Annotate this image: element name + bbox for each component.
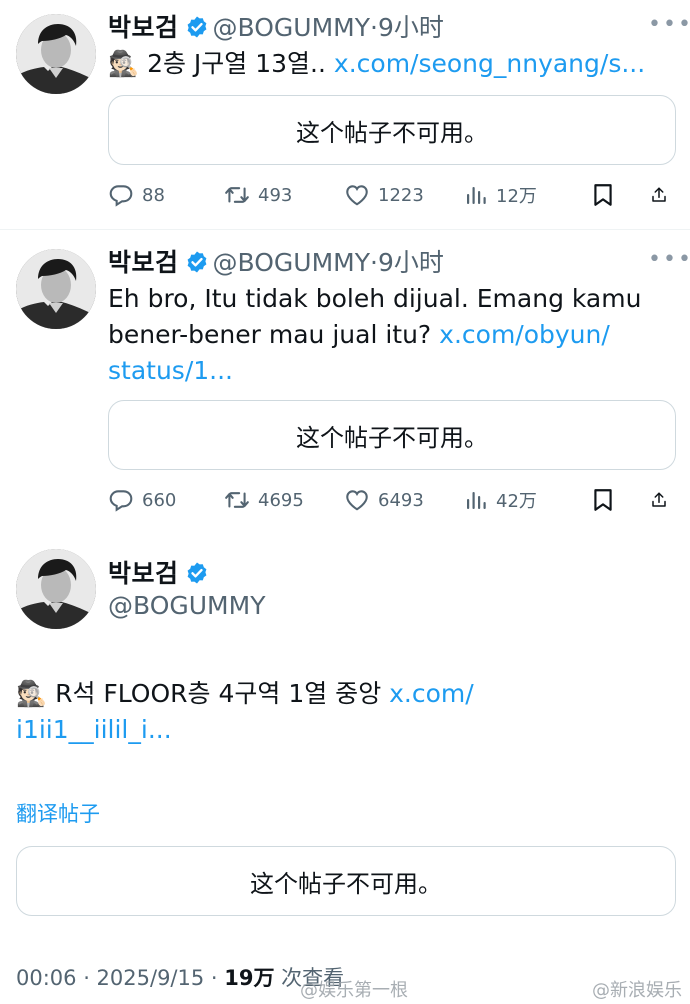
- display-name[interactable]: 박보검: [108, 248, 179, 277]
- main-tweet-text: 🕵🏻 R석 FLOOR층 4구역 1열 중앙 x.com/ i1ii1__iil…: [16, 676, 474, 748]
- main-author-name-row: 박보검: [108, 554, 213, 590]
- timestamp[interactable]: ·9小时: [370, 248, 444, 277]
- tweet-text: 🕵🏻 2층 J구열 13열.. x.com/seong_nnyang/s...: [108, 46, 645, 82]
- avatar[interactable]: [16, 14, 96, 94]
- tweet-link[interactable]: x.com/obyun/: [439, 320, 610, 349]
- divider: [0, 229, 690, 230]
- avatar-image: [16, 549, 96, 629]
- tweet-actions: 660 4695 6493 42万: [108, 485, 676, 515]
- avatar-image: [16, 14, 96, 94]
- retweet-button[interactable]: 493: [224, 182, 344, 208]
- unavailable-post-text: 这个帖子不可用。: [250, 869, 442, 898]
- timestamp[interactable]: ·9小时: [370, 13, 444, 42]
- bookmark-icon: [590, 487, 616, 513]
- like-button[interactable]: 1223: [344, 182, 464, 208]
- unavailable-post-text: 这个帖子不可用。: [296, 118, 488, 147]
- verified-icon: [185, 15, 209, 39]
- watermark: @新浪娱乐: [592, 980, 682, 1001]
- reply-count: 88: [142, 184, 165, 206]
- unavailable-post-text: 这个帖子不可用。: [296, 423, 488, 452]
- reply-icon: [108, 487, 134, 513]
- avatar-image: [16, 249, 96, 329]
- retweet-count: 4695: [258, 489, 304, 511]
- post-timestamp[interactable]: 00:06 · 2025/9/15 ·: [16, 966, 224, 990]
- tweet-actions: 88 493 1223 12万: [108, 180, 676, 210]
- unavailable-post-card[interactable]: 这个帖子不可用。: [16, 846, 676, 916]
- view-count: 19万: [224, 966, 275, 990]
- watermark: @娱乐第一根: [300, 980, 408, 1001]
- share-icon: [650, 487, 668, 513]
- tweet-link[interactable]: i1ii1__iilil_i...: [16, 712, 474, 748]
- views-button[interactable]: 42万: [464, 487, 590, 513]
- like-icon: [344, 487, 370, 513]
- like-count: 1223: [378, 184, 424, 206]
- tweet-link[interactable]: x.com/seong_nnyang/s...: [334, 49, 645, 78]
- reply-icon: [108, 182, 134, 208]
- translate-post-link[interactable]: 翻译帖子: [16, 798, 100, 828]
- reply-count: 660: [142, 489, 177, 511]
- retweet-count: 493: [258, 184, 293, 206]
- share-button[interactable]: [650, 487, 676, 513]
- bookmark-icon: [590, 182, 616, 208]
- like-button[interactable]: 6493: [344, 487, 464, 513]
- tweet-text-line: bener-bener mau jual itu? x.com/obyun/: [108, 317, 641, 353]
- views-button[interactable]: 12万: [464, 182, 590, 208]
- retweet-icon: [224, 182, 250, 208]
- unavailable-post-card[interactable]: 这个帖子不可用。: [108, 95, 676, 165]
- verified-icon: [185, 561, 209, 585]
- tweet-link[interactable]: x.com/: [389, 679, 474, 708]
- like-icon: [344, 182, 370, 208]
- retweet-button[interactable]: 4695: [224, 487, 344, 513]
- avatar[interactable]: [16, 549, 96, 629]
- share-icon: [650, 182, 668, 208]
- views-count: 12万: [496, 186, 537, 207]
- like-count: 6493: [378, 489, 424, 511]
- user-handle[interactable]: @BOGUMMY: [213, 248, 370, 277]
- tweet-header: 박보검 @BOGUMMY·9小时: [108, 243, 444, 279]
- views-icon: [464, 488, 488, 512]
- views-count: 42万: [496, 491, 537, 512]
- avatar[interactable]: [16, 249, 96, 329]
- retweet-icon: [224, 487, 250, 513]
- reply-button[interactable]: 660: [108, 487, 224, 513]
- display-name[interactable]: 박보검: [108, 559, 179, 588]
- bookmark-button[interactable]: [590, 182, 650, 208]
- tweet-text-content: 🕵🏻 2층 J구열 13열..: [108, 49, 334, 78]
- more-icon[interactable]: •••: [648, 247, 690, 272]
- share-button[interactable]: [650, 182, 676, 208]
- more-icon[interactable]: •••: [648, 12, 690, 37]
- tweet-text-line: 🕵🏻 R석 FLOOR층 4구역 1열 중앙 x.com/: [16, 676, 474, 712]
- views-icon: [464, 183, 488, 207]
- tweet-text-content: 🕵🏻 R석 FLOOR층 4구역 1열 중앙: [16, 679, 390, 708]
- tweet-link[interactable]: status/1...: [108, 353, 641, 389]
- user-handle[interactable]: @BOGUMMY: [213, 13, 370, 42]
- tweet-text: Eh bro, Itu tidak boleh dijual. Emang ka…: [108, 281, 641, 389]
- unavailable-post-card[interactable]: 这个帖子不可用。: [108, 400, 676, 470]
- post-meta: 00:06 · 2025/9/15 · 19万 次查看: [16, 962, 344, 992]
- display-name[interactable]: 박보검: [108, 13, 179, 42]
- reply-button[interactable]: 88: [108, 182, 224, 208]
- tweet-header: 박보검 @BOGUMMY·9小时: [108, 8, 444, 44]
- tweet-text-line: Eh bro, Itu tidak boleh dijual. Emang ka…: [108, 284, 642, 313]
- verified-icon: [185, 250, 209, 274]
- bookmark-button[interactable]: [590, 487, 650, 513]
- tweet-text-content: bener-bener mau jual itu?: [108, 320, 440, 349]
- user-handle[interactable]: @BOGUMMY: [108, 591, 265, 620]
